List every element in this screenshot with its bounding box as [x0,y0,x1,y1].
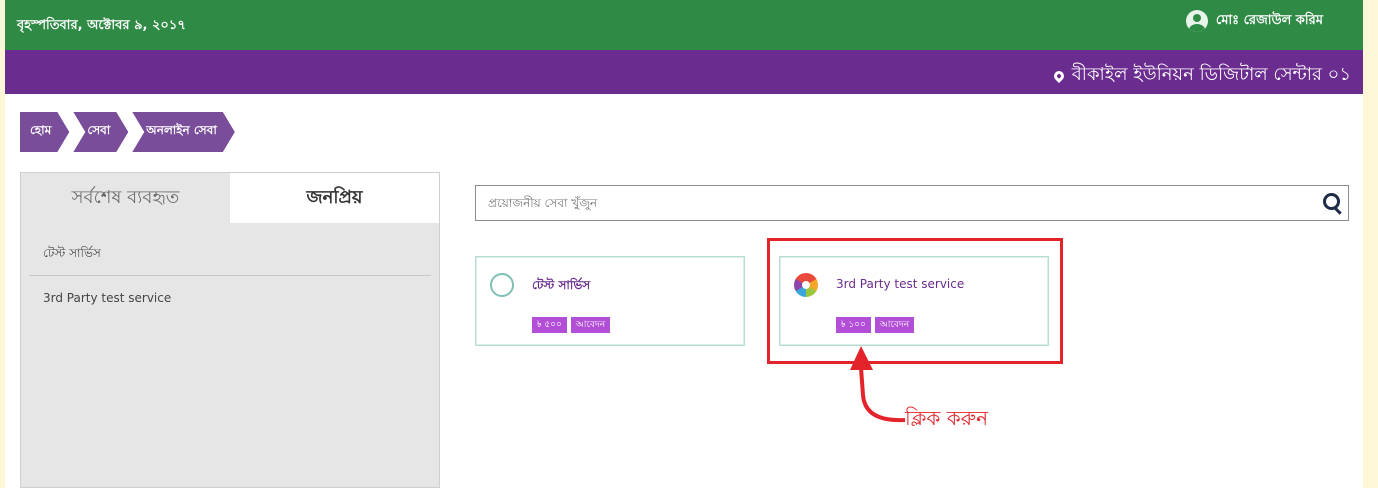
center-location: বীকাইল ইউনিয়ন ডিজিটাল সেন্টার ০১ [1051,60,1351,91]
service-list-panel: সর্বশেষ ব্যবহৃত জনপ্রিয় টেস্ট সার্ভিস 3… [20,172,440,488]
tab-recently-used[interactable]: সর্বশেষ ব্যবহৃত [21,173,230,223]
click-highlight-box [767,238,1063,364]
service-tabs: সর্বশেষ ব্যবহৃত জনপ্রিয় [21,173,439,223]
list-item[interactable]: টেস্ট সার্ভিস [29,223,431,276]
breadcrumb: হোম সেবা অনলাইন সেবা [20,112,239,152]
center-name: বীকাইল ইউনিয়ন ডিজিটাল সেন্টার ০১ [1071,64,1351,85]
location-pin-icon [1051,68,1066,83]
app-frame: বৃহস্পতিবার, অক্টোবর ৯, ২০১৭ মোঃ রেজাউল … [5,0,1363,488]
breadcrumb-online-services[interactable]: অনলাইন সেবা [132,112,235,152]
service-logo-icon [490,273,514,297]
fee-badge: ৳ ৫০০ [532,317,567,333]
tab-popular[interactable]: জনপ্রিয় [230,173,439,223]
apply-badge[interactable]: আবেদন [570,317,611,333]
user-menu[interactable]: মোঃ রেজাউল করিম [1185,10,1323,32]
center-bar: বীকাইল ইউনিয়ন ডিজিটাল সেন্টার ০১ [5,50,1363,94]
service-card-badges: ৳ ৫০০ আবেদন [532,317,611,333]
service-search-box [475,185,1349,221]
top-header: বৃহস্পতিবার, অক্টোবর ৯, ২০১৭ মোঃ রেজাউল … [5,0,1363,50]
user-name: মোঃ রেজাউল করিম [1215,12,1323,28]
service-card-title: টেস্ট সার্ভিস [532,278,591,292]
user-avatar-icon [1185,10,1208,32]
service-card[interactable]: টেস্ট সার্ভিস ৳ ৫০০ আবেদন [475,256,745,346]
list-item[interactable]: 3rd Party test service [29,276,431,328]
annotation-click-here: ক্লিক করুন [905,406,989,430]
search-input[interactable] [476,187,1316,219]
breadcrumb-home[interactable]: হোম [20,112,69,152]
current-date: বৃহস্পতিবার, অক্টোবর ৯, ২০১৭ [17,18,186,33]
annotation-arrow-icon [850,346,906,423]
search-icon[interactable] [1316,187,1348,219]
breadcrumb-services[interactable]: সেবা [73,112,128,152]
